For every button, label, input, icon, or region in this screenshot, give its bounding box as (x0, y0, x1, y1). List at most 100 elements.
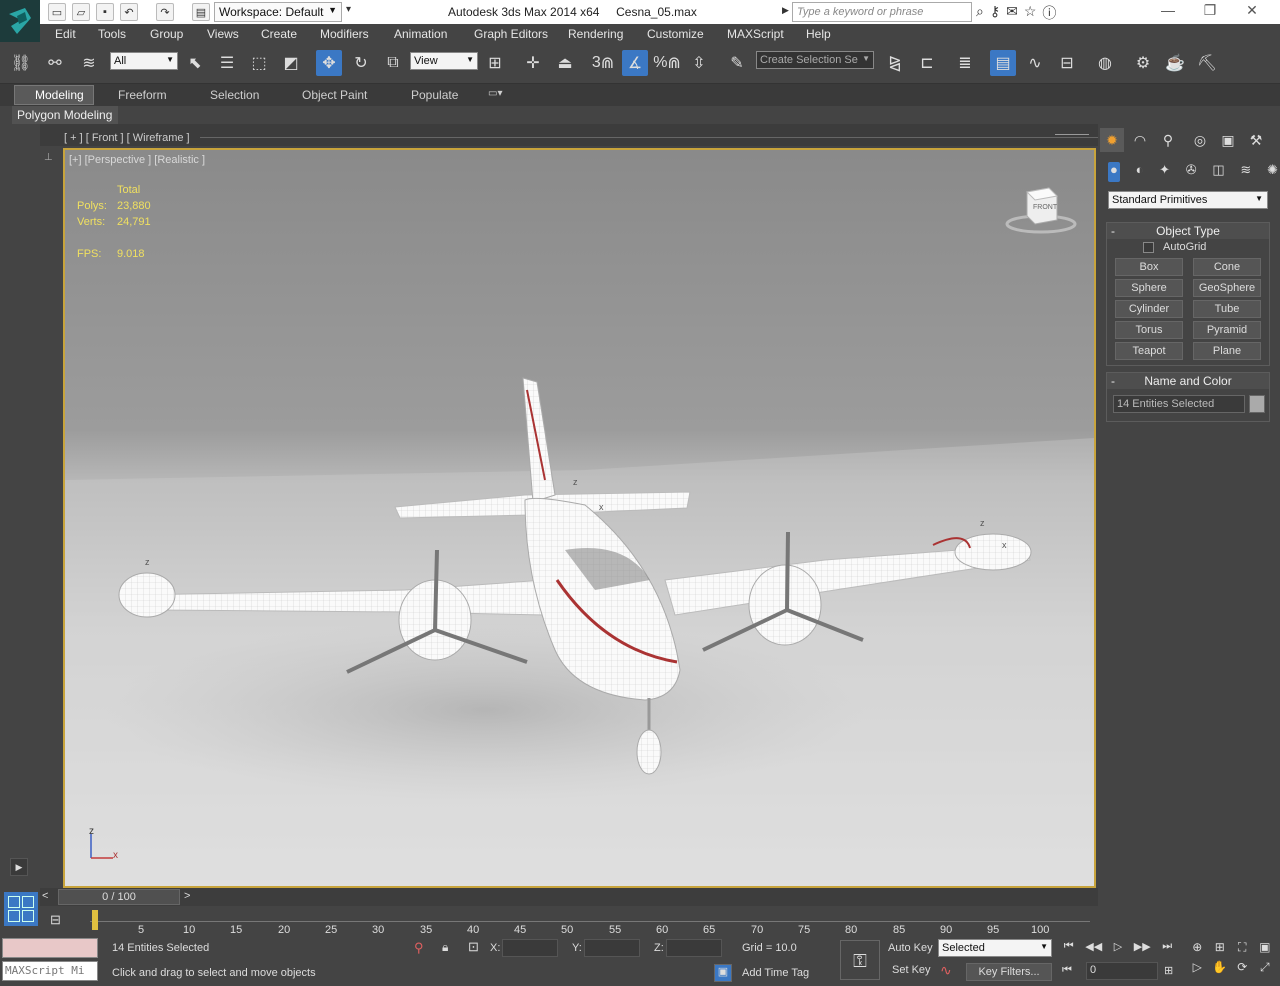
render-setup-icon[interactable]: ⚙ (1130, 50, 1156, 76)
play-icon[interactable]: ▷ (1114, 940, 1122, 958)
menu-create[interactable]: Create (261, 27, 297, 41)
open-file-icon[interactable]: ▱ (72, 3, 90, 21)
edit-named-selection-icon[interactable]: ✎ (724, 50, 750, 76)
viewcube[interactable]: FRONT (1005, 184, 1077, 236)
plane-button[interactable]: Plane (1193, 342, 1261, 360)
tab-freeform[interactable]: Freeform (118, 88, 167, 102)
viewport-slider-icon[interactable]: ⊥ (44, 152, 54, 180)
selection-filter-dropdown[interactable]: All ▼ (110, 52, 178, 70)
favorites-star-icon[interactable]: ☆ (1024, 3, 1037, 21)
toggle-layer-explorer-icon[interactable]: ≣ (952, 50, 978, 76)
select-and-link-icon[interactable]: ⛓ (8, 50, 34, 76)
front-viewport-strip[interactable]: [ + ] [ Front ] [ Wireframe ] (40, 124, 1100, 146)
mirror-icon[interactable]: ⧎ (882, 50, 908, 76)
torus-button[interactable]: Torus (1115, 321, 1183, 339)
menu-maxscript[interactable]: MAXScript (727, 27, 784, 41)
maxscript-listener-mini[interactable] (2, 938, 98, 958)
y-coord-field[interactable] (584, 939, 640, 957)
key-filters-button[interactable]: Key Filters... (966, 963, 1052, 981)
project-folder-icon[interactable]: ▤ (192, 3, 210, 21)
pivot-center-icon[interactable]: ⊞ (482, 50, 508, 76)
motion-tab-icon[interactable]: ◎ (1188, 128, 1212, 152)
teapot-button[interactable]: Teapot (1115, 342, 1183, 360)
menu-help[interactable]: Help (806, 27, 831, 41)
lights-icon[interactable]: ✦ (1159, 162, 1170, 182)
menu-modifiers[interactable]: Modifiers (320, 27, 369, 41)
geometry-category-dropdown[interactable]: Standard Primitives ▼ (1108, 191, 1268, 209)
name-and-color-header[interactable]: - Name and Color (1107, 373, 1269, 389)
menu-customize[interactable]: Customize (647, 27, 704, 41)
time-slider-thumb[interactable]: 0 / 100 (58, 889, 180, 905)
absolute-mode-icon[interactable]: ⊡ (468, 939, 479, 955)
cylinder-button[interactable]: Cylinder (1115, 300, 1183, 318)
display-tab-icon[interactable]: ▣ (1216, 128, 1240, 152)
tab-populate[interactable]: Populate (411, 88, 458, 102)
new-file-icon[interactable]: ▭ (48, 3, 66, 21)
sphere-button[interactable]: Sphere (1115, 279, 1183, 297)
geometry-icon[interactable]: ● (1108, 162, 1120, 182)
tab-modeling[interactable]: Modeling (35, 88, 84, 102)
unlink-selection-icon[interactable]: ⚯ (42, 50, 68, 76)
menu-tools[interactable]: Tools (98, 27, 126, 41)
minimize-button[interactable]: — (1148, 2, 1188, 22)
bind-to-space-warp-icon[interactable]: ≋ (76, 50, 102, 76)
utilities-tab-icon[interactable]: ⚒ (1244, 128, 1268, 152)
undo-icon[interactable]: ↶ (120, 3, 138, 21)
pan-view-icon[interactable]: ✋ (1209, 960, 1232, 980)
select-manipulate-icon[interactable]: ✛ (520, 50, 546, 76)
time-slider[interactable]: < 0 / 100 > (40, 888, 1098, 906)
perspective-viewport[interactable]: [+] [Perspective ] [Realistic ] Total Po… (63, 148, 1096, 888)
spinner-snap-icon[interactable]: ⇳ (686, 50, 712, 76)
shapes-icon[interactable]: ◐ (1136, 162, 1144, 182)
help-icon[interactable]: ⓘ (1042, 3, 1056, 21)
systems-icon[interactable]: ✺ (1267, 162, 1278, 182)
tab-object-paint[interactable]: Object Paint (302, 88, 367, 102)
key-tangent-icon[interactable]: ∿ (940, 962, 952, 979)
material-editor-icon[interactable]: ◍ (1092, 50, 1118, 76)
select-and-scale-icon[interactable]: ⧉ (380, 50, 406, 76)
search-expand-icon[interactable]: ▶ (782, 5, 789, 16)
mini-curve-editor-icon[interactable]: ⊟ (50, 912, 61, 928)
rendered-frame-window-icon[interactable]: ☕ (1162, 50, 1188, 76)
zoom-extents-all-icon[interactable]: ▣ (1254, 940, 1277, 960)
object-type-header[interactable]: - Object Type (1107, 223, 1269, 239)
track-bar[interactable]: 5 10 15 20 25 30 35 40 45 50 55 60 65 70… (40, 906, 1098, 936)
go-to-end-icon[interactable]: ⏭ (1162, 940, 1172, 958)
align-icon[interactable]: ⊏ (914, 50, 940, 76)
keyboard-shortcut-override-icon[interactable]: ⏏ (552, 50, 578, 76)
select-by-name-icon[interactable]: ☰ (214, 50, 240, 76)
polygon-modeling-panel[interactable]: Polygon Modeling (12, 106, 118, 124)
tube-button[interactable]: Tube (1193, 300, 1261, 318)
zoom-icon[interactable]: ⊕ (1186, 940, 1209, 960)
zoom-extents-icon[interactable]: ⛶ (1231, 940, 1254, 960)
search-input[interactable]: Type a keyword or phrase (792, 2, 972, 22)
render-production-icon[interactable]: ⛏ (1194, 50, 1220, 76)
field-of-view-icon[interactable]: ▷ (1186, 960, 1209, 980)
hierarchy-tab-icon[interactable]: ⚲ (1156, 128, 1180, 152)
select-object-icon[interactable]: ⬉ (182, 50, 208, 76)
geosphere-button[interactable]: GeoSphere (1193, 279, 1261, 297)
cameras-icon[interactable]: ✇ (1186, 162, 1197, 182)
menu-animation[interactable]: Animation (394, 27, 447, 41)
object-name-field[interactable]: 14 Entities Selected (1113, 395, 1245, 413)
add-time-tag[interactable]: Add Time Tag (742, 967, 809, 979)
maxscript-input[interactable]: MAXScript Mi (2, 961, 98, 981)
next-frame-icon[interactable]: ▶▶ (1134, 940, 1151, 958)
current-frame-marker[interactable] (92, 910, 98, 930)
selection-lock-icon[interactable]: 🔒︎ (442, 940, 448, 955)
zoom-all-icon[interactable]: ⊞ (1209, 940, 1232, 960)
close-button[interactable]: ✕ (1232, 2, 1272, 22)
ribbon-options-icon[interactable]: ▭▾ (488, 88, 502, 99)
modify-tab-icon[interactable]: ◠ (1128, 128, 1152, 152)
set-key-button[interactable]: Set Key (892, 964, 931, 976)
space-warps-icon[interactable]: ≋ (1240, 162, 1251, 182)
key-icon[interactable]: ⚷ (990, 3, 1000, 21)
orbit-icon[interactable]: ⟳ (1231, 960, 1254, 980)
application-menu-button[interactable] (0, 0, 40, 42)
restore-button[interactable]: ❐ (1190, 2, 1230, 22)
toggle-ribbon-icon[interactable]: ▤ (990, 50, 1016, 76)
time-tag-icon[interactable]: ▣ (714, 964, 732, 982)
menu-rendering[interactable]: Rendering (568, 27, 623, 41)
isolate-selection-icon[interactable]: ⚲ (414, 940, 424, 956)
rectangular-selection-region-icon[interactable]: ⬚ (246, 50, 272, 76)
